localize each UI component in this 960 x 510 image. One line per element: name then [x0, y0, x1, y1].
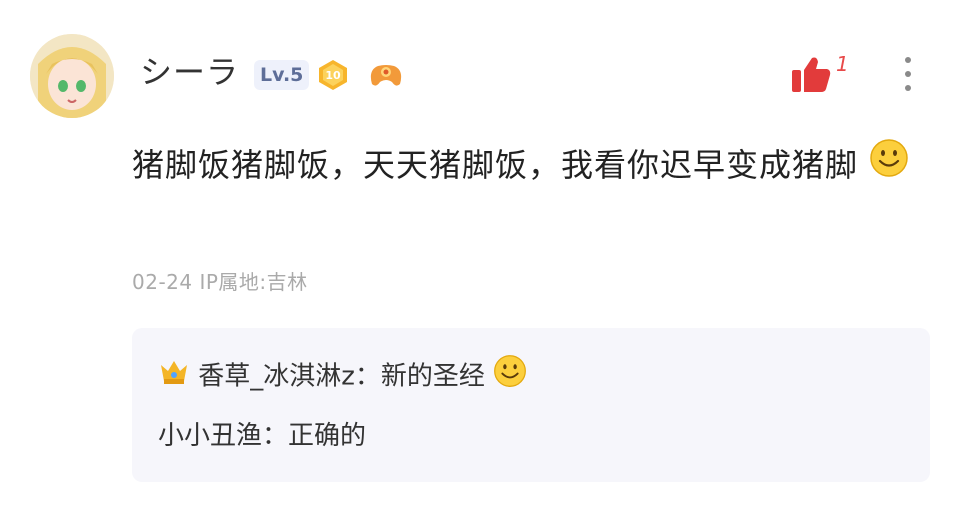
smile-emoji-icon	[493, 354, 527, 400]
smile-emoji-icon	[869, 136, 909, 198]
avatar[interactable]	[30, 34, 114, 118]
comment-meta: 02-24 IP属地:吉林	[132, 270, 308, 294]
comment-text: 猪脚饭猪脚饭，天天猪脚饭，我看你迟早变成猪脚	[132, 146, 859, 184]
anime-avatar-icon	[30, 34, 114, 118]
reply-author[interactable]: 香草_冰淇淋z：	[198, 362, 381, 392]
like-count: 1	[836, 52, 849, 76]
thumbs-up-icon[interactable]	[790, 54, 832, 98]
reply-author[interactable]: 小小丑渔：	[158, 421, 288, 451]
reply-text: 正确的	[288, 421, 367, 451]
more-options-icon[interactable]	[898, 54, 918, 98]
fan-badge-icon: 10	[316, 58, 350, 96]
gamepad-badge-icon	[366, 58, 406, 96]
reply-text: 新的圣经	[380, 361, 485, 392]
reply-item[interactable]: 小小丑渔：正确的	[158, 416, 366, 456]
fan-badge-number: 10	[325, 69, 341, 82]
level-badge: Lv.5	[254, 60, 310, 90]
reply-item[interactable]: 香草_冰淇淋z：新的圣经	[158, 354, 527, 400]
reply-box[interactable]: 香草_冰淇淋z：新的圣经 小小丑渔：正确的	[132, 328, 930, 482]
username[interactable]: シーラ	[140, 50, 239, 94]
comment-body: 猪脚饭猪脚饭，天天猪脚饭，我看你迟早变成猪脚	[132, 134, 912, 198]
crown-icon	[158, 355, 190, 399]
